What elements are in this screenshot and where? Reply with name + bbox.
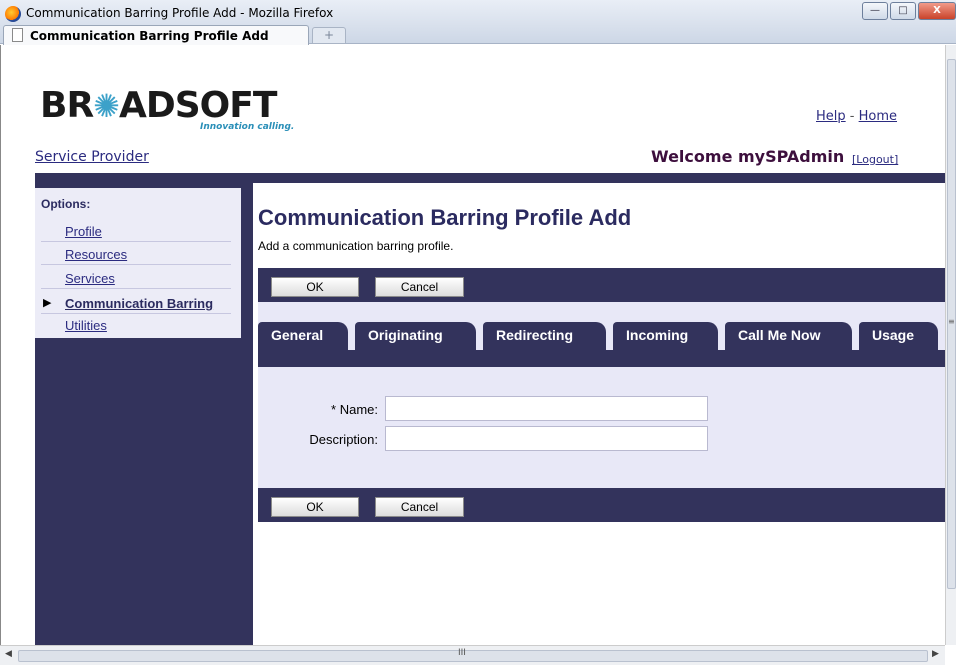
sidebar-item-communication-barring[interactable]: ▶ Communication Barring bbox=[41, 294, 231, 314]
window-controls: — □ X bbox=[862, 2, 956, 22]
bottom-button-bar: OK Cancel bbox=[258, 488, 945, 522]
sidebar-item-profile[interactable]: Profile bbox=[41, 222, 231, 242]
name-input[interactable] bbox=[385, 396, 708, 421]
service-provider-link[interactable]: Service Provider bbox=[35, 149, 149, 165]
logo-tagline: Innovation calling. bbox=[200, 122, 295, 132]
top-button-bar: OK Cancel bbox=[258, 268, 945, 302]
tab-call-me-now[interactable]: Call Me Now bbox=[725, 322, 852, 367]
close-button[interactable]: X bbox=[918, 2, 956, 20]
welcome-text: Welcome mySPAdmin bbox=[651, 147, 845, 166]
page-subtitle: Add a communication barring profile. bbox=[258, 239, 454, 253]
sidebar-item-utilities[interactable]: Utilities bbox=[41, 316, 231, 336]
top-links: Help - Home bbox=[816, 109, 897, 124]
horizontal-scroll-thumb[interactable] bbox=[18, 650, 928, 662]
sidebar-item-label[interactable]: Services bbox=[65, 271, 115, 286]
header-divider-bar bbox=[35, 173, 945, 183]
maximize-button[interactable]: □ bbox=[890, 2, 916, 20]
tab-general[interactable]: General bbox=[258, 322, 348, 367]
sidebar-item-label[interactable]: Communication Barring bbox=[65, 296, 213, 311]
scroll-left-icon[interactable]: ◀ bbox=[5, 649, 12, 659]
help-link[interactable]: Help bbox=[816, 109, 846, 124]
vertical-grip-icon: ≡ bbox=[948, 317, 955, 326]
horizontal-grip-icon: III bbox=[458, 648, 466, 658]
cancel-button-bottom[interactable]: Cancel bbox=[375, 497, 464, 517]
sidebar-item-resources[interactable]: Resources bbox=[41, 245, 231, 265]
tab-redirecting[interactable]: Redirecting bbox=[483, 322, 606, 367]
home-link[interactable]: Home bbox=[859, 109, 897, 124]
sidebar-item-label[interactable]: Profile bbox=[65, 224, 102, 239]
scroll-right-icon[interactable]: ▶ bbox=[932, 649, 939, 659]
sidebar-item-label[interactable]: Utilities bbox=[65, 318, 107, 333]
ok-button-top[interactable]: OK bbox=[271, 277, 359, 297]
sidebar-item-services[interactable]: Services bbox=[41, 269, 231, 289]
logo-wordmark: BR✺ADSOFT bbox=[40, 85, 277, 126]
horizontal-scrollbar[interactable]: ◀ III ▶ bbox=[0, 645, 945, 665]
description-label: Description: bbox=[309, 432, 378, 447]
browser-tab[interactable]: Communication Barring Profile Add bbox=[3, 25, 309, 45]
logout-link[interactable]: [Logout] bbox=[852, 153, 898, 166]
window-title: Communication Barring Profile Add - Mozi… bbox=[26, 6, 334, 20]
browser-tab-label: Communication Barring Profile Add bbox=[30, 29, 269, 43]
name-label: * Name: bbox=[331, 402, 378, 417]
cancel-button-top[interactable]: Cancel bbox=[375, 277, 464, 297]
sidebar-item-label[interactable]: Resources bbox=[65, 247, 127, 262]
link-separator: - bbox=[849, 109, 855, 124]
minimize-button[interactable]: — bbox=[862, 2, 888, 20]
document-icon bbox=[12, 28, 23, 42]
options-title: Options: bbox=[41, 197, 91, 211]
ok-button-bottom[interactable]: OK bbox=[271, 497, 359, 517]
vertical-scrollbar[interactable]: ≡ bbox=[945, 45, 956, 645]
tab-originating[interactable]: Originating bbox=[355, 322, 476, 367]
new-tab-button[interactable]: + bbox=[312, 27, 346, 44]
broadsoft-logo: BR✺ADSOFT Innovation calling. bbox=[40, 85, 294, 133]
firefox-icon bbox=[5, 6, 21, 22]
tab-usage[interactable]: Usage bbox=[859, 322, 938, 367]
page-title: Communication Barring Profile Add bbox=[258, 205, 632, 230]
tab-incoming[interactable]: Incoming bbox=[613, 322, 718, 367]
current-item-arrow-icon: ▶ bbox=[43, 296, 52, 309]
description-input[interactable] bbox=[385, 426, 708, 451]
